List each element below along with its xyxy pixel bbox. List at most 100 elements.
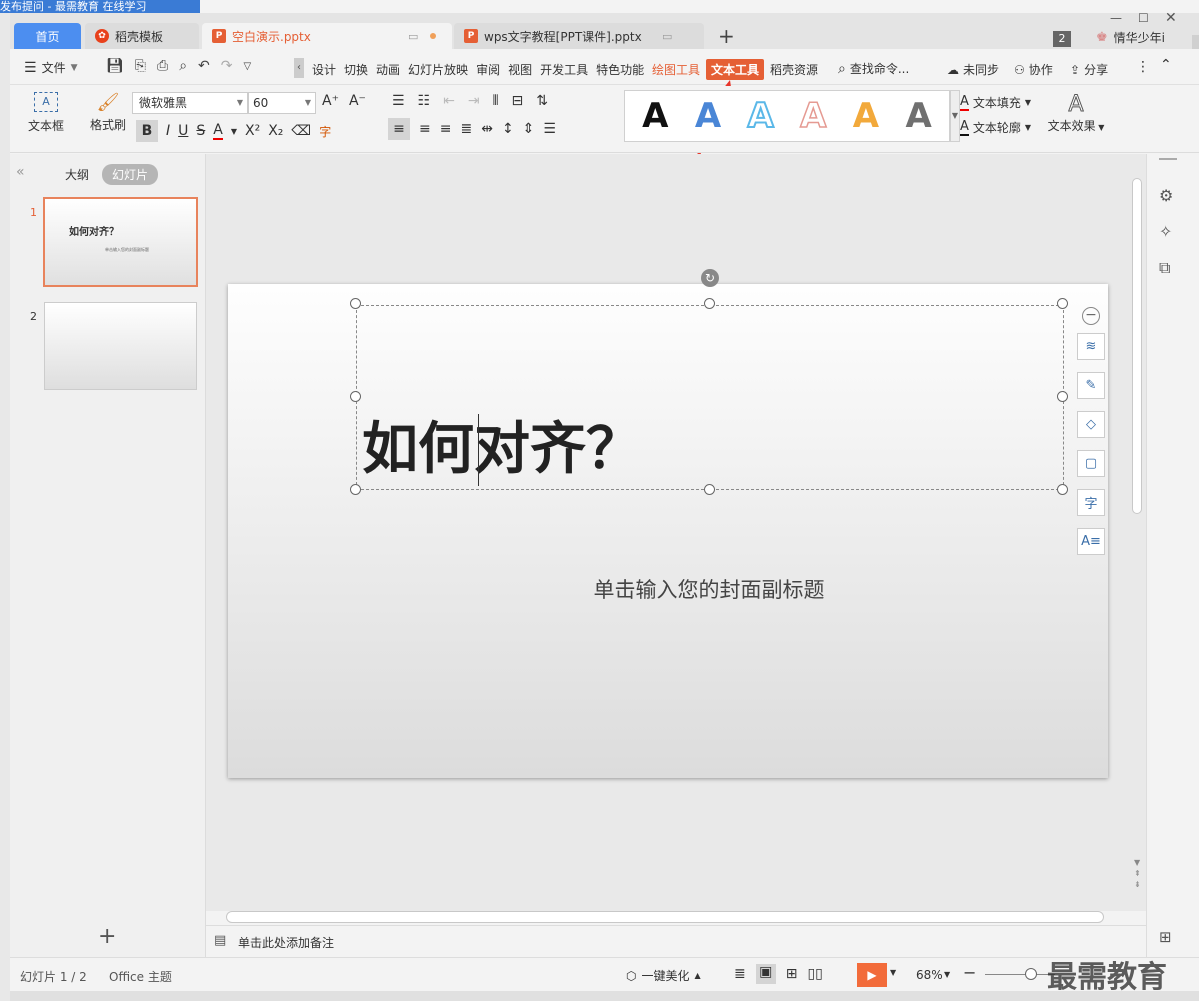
tab-transition[interactable]: 切换 (344, 61, 368, 78)
text-fill-button[interactable]: A 文本填充 ▼ (960, 94, 1031, 111)
font-color-icon[interactable]: A (213, 122, 223, 140)
tab-docer-resources[interactable]: 稻壳资源 (770, 61, 818, 78)
horizontal-scrollbar-thumb[interactable] (226, 911, 1104, 923)
italic-icon[interactable]: I (166, 123, 170, 139)
resize-handle[interactable] (704, 298, 715, 309)
preview-icon[interactable]: ⌕ (179, 58, 187, 74)
close-icon[interactable]: ✕ (1165, 10, 1177, 26)
strikethrough-icon[interactable]: S (196, 123, 205, 139)
superscript-icon[interactable]: X² (245, 123, 260, 139)
chevron-down-icon[interactable]: ▼ (944, 970, 950, 979)
animation-star-icon[interactable]: ✧ (1159, 222, 1172, 241)
minimize-icon[interactable]: — (1110, 11, 1122, 25)
paragraph-spacing-icon[interactable]: ⇕ (523, 121, 535, 137)
collapse-panel-icon[interactable]: « (16, 164, 25, 180)
tab-text-tools[interactable]: 文本工具 (706, 59, 765, 80)
resize-handle[interactable] (1057, 298, 1068, 309)
slide-thumbnail-2[interactable] (44, 302, 197, 390)
tab-home[interactable]: 首页 (14, 23, 81, 49)
tab-drawing-tools[interactable]: 绘图工具 (652, 61, 700, 78)
redo-icon[interactable]: ↷ (221, 58, 233, 74)
phonetic-icon[interactable]: 字 (319, 123, 331, 140)
layers-icon[interactable]: ≋ (1077, 333, 1105, 360)
pen-icon[interactable]: ✎ (1077, 372, 1105, 399)
format-painter-button[interactable]: 🖌︎ 格式刷 (86, 92, 130, 133)
play-slideshow-icon[interactable]: ▶ (857, 963, 887, 987)
columns-icon[interactable]: ⫴ (493, 93, 499, 109)
notes-bar[interactable]: ▤ 单击此处添加备注 (206, 925, 1146, 957)
reading-view-icon[interactable]: ▯▯ (807, 966, 822, 982)
slides-tab[interactable]: 幻灯片 (102, 164, 159, 185)
slide-thumbnail-1[interactable]: 如何对齐？ 单击输入您的封面副标题 (43, 197, 198, 287)
file-menu[interactable]: ☰ 文件 ▼ (24, 59, 78, 76)
resize-handle[interactable] (350, 298, 361, 309)
zoom-slider-track[interactable] (985, 974, 1055, 975)
tab-animation[interactable]: 动画 (376, 61, 400, 78)
tab-review[interactable]: 审阅 (476, 61, 500, 78)
justify-icon[interactable]: ≣ (460, 121, 472, 137)
theme-name[interactable]: Office 主题 (109, 968, 172, 985)
text-direction-icon[interactable]: ⇅ (536, 93, 548, 109)
zoom-level[interactable]: 68% (916, 968, 943, 982)
align-text-icon[interactable]: ⊟ (511, 93, 523, 109)
tab-design[interactable]: 设计 (312, 61, 336, 78)
text-format-icon[interactable]: 字 (1077, 489, 1105, 516)
chevron-down-icon[interactable]: ▼ (231, 127, 237, 136)
align-left-icon[interactable]: ≡ (388, 118, 410, 140)
tab-features[interactable]: 特色功能 (596, 61, 644, 78)
new-tab-plus-icon[interactable]: + (718, 24, 735, 48)
style-pink-outline-letter[interactable]: A (799, 95, 827, 137)
numbered-list-icon[interactable]: ☷ (418, 93, 431, 109)
style-gray-letter[interactable]: A (905, 96, 931, 136)
resize-handle[interactable] (350, 391, 361, 402)
save-icon[interactable]: 💾︎ (106, 58, 124, 74)
text-effects-button[interactable]: A 文本效果 ▼ (1044, 92, 1108, 134)
collapse-tools-icon[interactable]: − (1082, 307, 1100, 325)
undo-icon[interactable]: ↶ (198, 58, 210, 74)
style-blue-letter[interactable]: A (695, 96, 721, 136)
increase-indent-icon[interactable]: ⇥ (468, 93, 480, 109)
vertical-scrollbar-thumb[interactable] (1132, 178, 1142, 514)
tab-blank-presentation[interactable]: P 空白演示.pptx ▭ (202, 23, 452, 49)
font-name-select[interactable]: 微软雅黑 ▼ (132, 92, 248, 114)
print-icon[interactable]: ⎙ (157, 58, 168, 74)
add-slide-icon[interactable]: + (98, 924, 116, 949)
zoom-slider-handle[interactable] (1025, 968, 1037, 980)
scroll-left-icon[interactable]: ‹ (294, 58, 304, 78)
scroll-down-icons[interactable]: ▼ ⇞ ⇟ (1134, 857, 1141, 890)
bullet-list-icon[interactable]: ☰ (392, 93, 405, 109)
command-search[interactable]: ⌕ 查找命令... (838, 60, 909, 77)
notes-view-icon[interactable]: ≣ (734, 966, 746, 982)
sync-status[interactable]: ☁ 未同步 (947, 61, 999, 78)
resize-handle[interactable] (1057, 484, 1068, 495)
settings-sliders-icon[interactable]: ⚙ (1159, 186, 1173, 205)
slide-title[interactable]: 如何对齐？ (362, 412, 642, 488)
text-outline-button[interactable]: A 文本轮廓 ▼ (960, 119, 1031, 136)
decrease-indent-icon[interactable]: ⇤ (443, 93, 455, 109)
decrease-font-icon[interactable]: A⁻ (349, 93, 366, 109)
tab-view[interactable]: 视图 (508, 61, 532, 78)
text-layout-icon[interactable]: A≡ (1077, 528, 1105, 555)
tab-developer[interactable]: 开发工具 (540, 61, 588, 78)
eraser-icon[interactable]: ⌫ (291, 123, 311, 139)
zoom-out-icon[interactable]: − (963, 963, 976, 982)
collaborate-button[interactable]: ⚇ 协作 (1014, 61, 1053, 78)
tab-wps-tutorial[interactable]: P wps文字教程[PPT课件].pptx ▭ (454, 23, 704, 49)
more-icon[interactable]: ⋮ (1136, 59, 1150, 75)
tab-slideshow[interactable]: 幻灯片放映 (408, 61, 468, 78)
align-center-icon[interactable]: ≡ (419, 121, 431, 137)
slide-subtitle[interactable]: 单击输入您的封面副标题 (228, 574, 1190, 604)
customize-icon[interactable]: ▽ (244, 61, 252, 72)
textbox-button[interactable]: A 文本框 (22, 92, 70, 134)
resize-handle[interactable] (350, 484, 361, 495)
paste-icon[interactable]: ⎘ (135, 58, 146, 74)
line-spacing-icon[interactable]: ↕ (502, 121, 514, 137)
resize-handle[interactable] (704, 484, 715, 495)
transition-icon[interactable]: ⧉ (1159, 258, 1170, 278)
slide-canvas[interactable]: ↻ 如何对齐？ 单击输入您的封面副标题 (228, 269, 1108, 778)
underline-icon[interactable]: U (178, 123, 188, 139)
rotate-handle-icon[interactable]: ↻ (701, 269, 719, 287)
outline-shape-icon[interactable]: ▢ (1077, 450, 1105, 477)
maximize-icon[interactable]: ☐ (1138, 11, 1149, 25)
increase-font-icon[interactable]: A⁺ (322, 93, 339, 109)
